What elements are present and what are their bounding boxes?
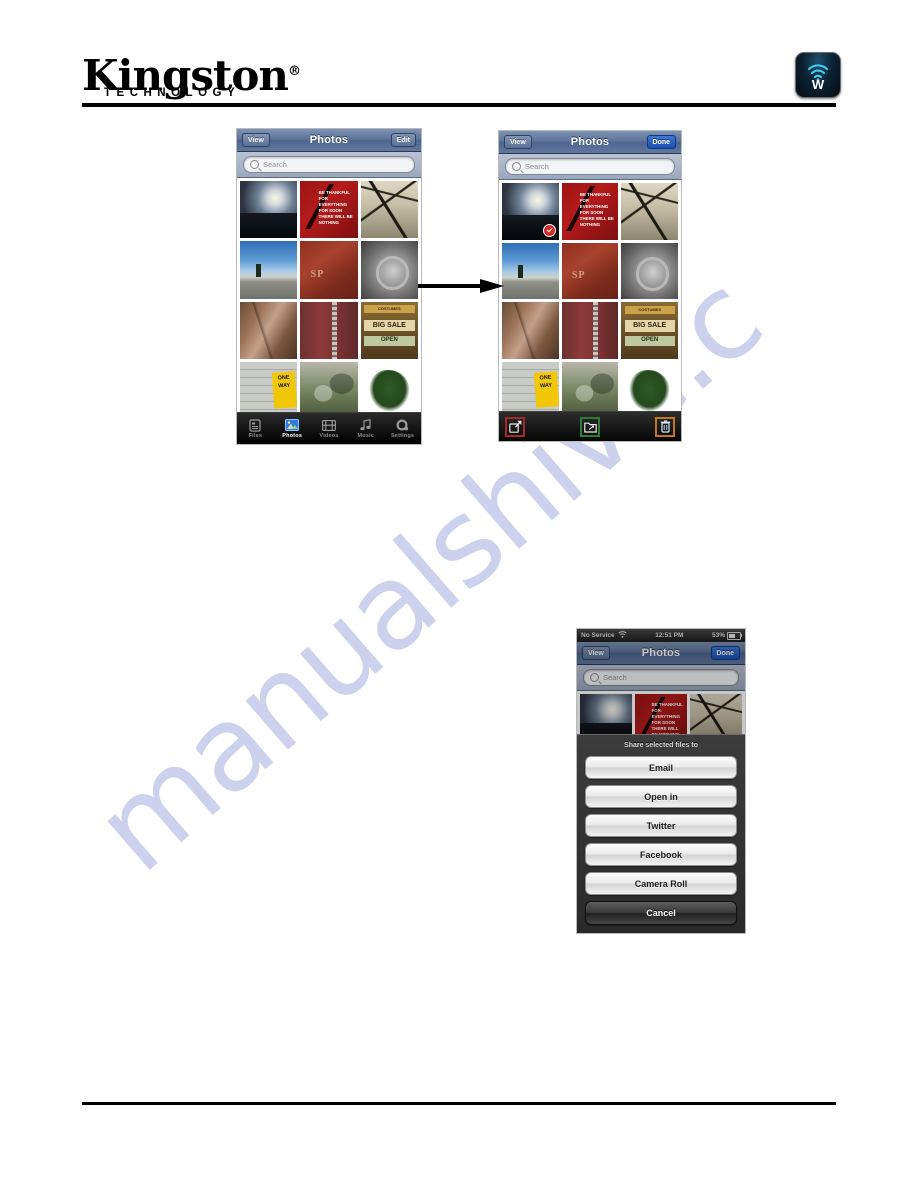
tab-videos[interactable]: Videos (311, 418, 348, 439)
thumbnail-caption: BE THANKFUL FOR EVERYTHING FOR SOON THER… (318, 190, 353, 225)
footer-divider (82, 1102, 836, 1105)
tab-label: Videos (319, 433, 339, 439)
flow-arrow-icon (418, 279, 504, 293)
view-button[interactable]: View (242, 133, 270, 147)
copy-to-folder-button[interactable] (580, 416, 600, 437)
photos-icon (284, 418, 300, 432)
view-button[interactable]: View (504, 135, 532, 149)
search-placeholder: Search (525, 162, 549, 171)
search-placeholder: Search (263, 160, 287, 169)
thumbnail-caption: BIG SALE (364, 320, 415, 332)
screenshot-share-sheet: No Service 12:51 PM 53% View Photos Done… (576, 628, 746, 934)
edit-toolbar (499, 411, 681, 441)
thumbnail-caption: SP (571, 269, 586, 281)
svg-text:W: W (812, 77, 825, 92)
photo-thumbnail[interactable] (240, 181, 298, 239)
files-icon (247, 418, 263, 432)
share-button[interactable] (505, 416, 525, 437)
edit-button[interactable]: Edit (390, 133, 416, 147)
photo-thumbnail[interactable]: SP (561, 242, 619, 300)
gear-icon (395, 418, 411, 432)
selected-check-icon (542, 223, 556, 237)
thumbnail-caption: COSTUMES (364, 305, 415, 314)
search-icon (512, 162, 521, 171)
page-title: Photos (309, 134, 349, 146)
photo-thumbnail[interactable] (561, 302, 619, 360)
photo-thumbnail[interactable] (360, 181, 418, 239)
manual-page: manualshive.c Kingston® TECHNOLOGY W Vie… (0, 0, 918, 1188)
share-option-email[interactable]: Email (585, 756, 737, 779)
thumbnail-caption: BIG SALE (624, 320, 675, 332)
photo-thumbnail[interactable] (240, 301, 298, 359)
photo-grid: BE THANKFUL FOR EVERYTHING FOR SOON THER… (237, 178, 421, 420)
registered-mark-icon: ® (287, 64, 301, 79)
photo-thumbnail[interactable]: COSTUMES BIG SALE OPEN (621, 302, 678, 360)
photo-thumbnail[interactable] (621, 183, 678, 240)
photo-thumbnail[interactable] (300, 301, 358, 359)
search-input[interactable]: Search (243, 156, 415, 173)
tab-bar: Files Photos Videos Music Settings (237, 412, 421, 444)
tab-label: Music (357, 433, 375, 439)
tab-label: Files (248, 433, 263, 439)
photo-grid: BE THANKFUL FOR EVERYTHING FOR SOON THER… (499, 180, 681, 419)
navigation-bar: View Photos Edit (237, 129, 421, 152)
search-icon (250, 160, 259, 169)
navigation-bar: View Photos Done (499, 131, 681, 154)
photo-thumbnail[interactable] (361, 362, 418, 419)
share-action-sheet: Share selected files to Email Open in Tw… (577, 734, 745, 933)
photo-thumbnail[interactable]: BE THANKFUL FOR EVERYTHING FOR SOON THER… (300, 181, 358, 239)
search-bar: Search (499, 154, 681, 180)
tab-photos[interactable]: Photos (274, 418, 311, 439)
page-title: Photos (570, 136, 610, 148)
share-option-twitter[interactable]: Twitter (585, 814, 737, 837)
thumbnail-caption: OPEN (624, 336, 675, 346)
photo-thumbnail[interactable] (621, 242, 678, 300)
logo-wordmark: Kingston® (82, 51, 301, 100)
photo-thumbnail[interactable] (360, 241, 418, 299)
screenshot-photos-browse: View Photos Edit Search BE THANKFUL FOR … (236, 128, 422, 445)
header-divider (82, 103, 836, 107)
thumbnail-caption: BE THANKFUL FOR EVERYTHING FOR SOON THER… (579, 192, 614, 227)
photo-thumbnail-selected[interactable] (502, 183, 559, 240)
photo-thumbnail[interactable]: BE THANKFUL FOR EVERYTHING FOR SOON THER… (561, 183, 619, 240)
photo-thumbnail[interactable] (502, 242, 559, 300)
photo-thumbnail[interactable] (502, 302, 559, 360)
photo-thumbnail[interactable] (240, 241, 298, 299)
done-button[interactable]: Done (646, 135, 676, 149)
tab-settings[interactable]: Settings (384, 418, 421, 439)
share-option-camera-roll[interactable]: Camera Roll (585, 872, 737, 895)
delete-button[interactable] (655, 416, 675, 437)
music-icon (358, 418, 374, 432)
tab-label: Photos (282, 433, 303, 439)
photo-thumbnail[interactable]: ONE WAY (240, 361, 298, 420)
thumbnail-caption: OPEN (364, 336, 415, 346)
watermark: manualshive.c (69, 249, 880, 1130)
videos-icon (321, 418, 337, 432)
cancel-button[interactable]: Cancel (585, 901, 737, 925)
thumbnail-caption: ONE WAY (272, 371, 298, 409)
search-bar: Search (237, 152, 421, 178)
share-option-facebook[interactable]: Facebook (585, 843, 737, 866)
photo-thumbnail[interactable] (300, 361, 358, 420)
action-sheet-title: Share selected files to (624, 742, 698, 749)
thumbnail-caption: SP (310, 268, 325, 280)
share-option-open-in[interactable]: Open in (585, 785, 737, 808)
tab-files[interactable]: Files (237, 418, 274, 439)
thumbnail-caption: ONE WAY (533, 371, 559, 409)
screenshot-photos-edit-mode: View Photos Done Search BE THANKFUL FOR … (498, 130, 682, 442)
search-input[interactable]: Search (505, 158, 675, 175)
tab-music[interactable]: Music (347, 418, 384, 439)
photo-thumbnail[interactable]: SP (300, 241, 358, 299)
thumbnail-caption: COSTUMES (624, 305, 675, 314)
wi-drive-app-icon: W (795, 52, 841, 98)
kingston-logo: Kingston® TECHNOLOGY (82, 51, 301, 100)
tab-label: Settings (390, 433, 415, 439)
photo-thumbnail[interactable]: COSTUMES BIG SALE OPEN (360, 301, 418, 359)
